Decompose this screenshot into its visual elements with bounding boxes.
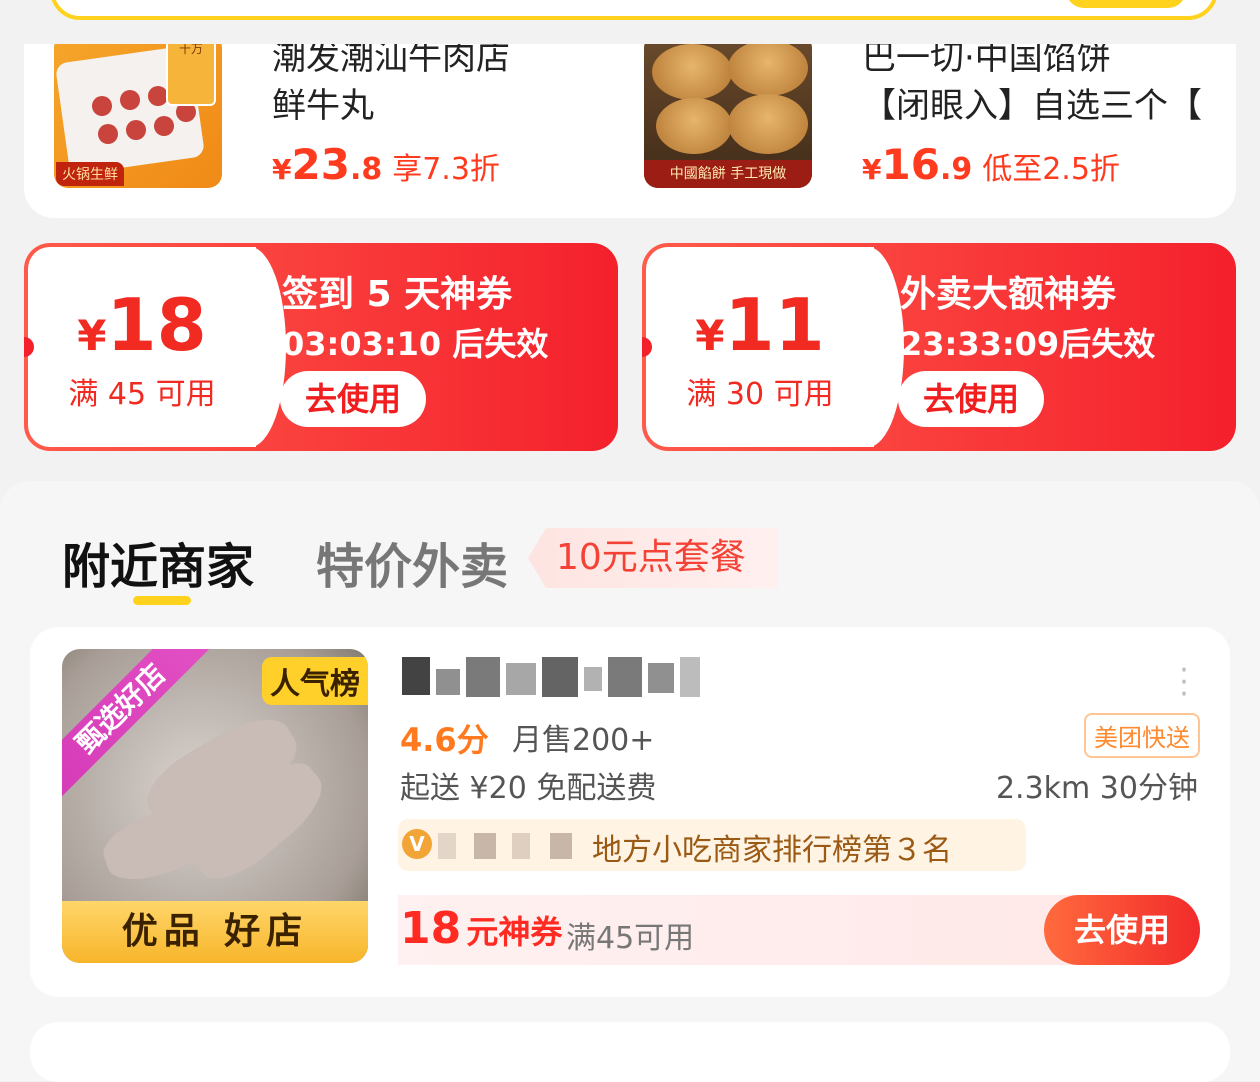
tab-nearby-shops[interactable]: 附近商家 <box>62 527 254 597</box>
coupon-amount: ¥18 <box>77 283 207 367</box>
promo-tag[interactable]: 10元点套餐 <box>528 528 778 588</box>
next-shop-card[interactable] <box>30 1022 1230 1082</box>
delivery-badge: 美团快送 <box>1084 713 1200 758</box>
deal-discount: 享7.3折 <box>392 152 500 187</box>
ranking-banner[interactable]: V 地方小吃商家排行榜第３名 <box>398 819 1026 871</box>
more-options-icon[interactable]: · · · <box>1170 656 1198 710</box>
search-bar[interactable] <box>50 0 1218 20</box>
shop-rating: 4.6分 <box>400 721 489 759</box>
ranking-text: 地方小吃商家排行榜第３名 <box>592 833 952 868</box>
deal-price: ¥23.8 享7.3折 <box>272 140 500 189</box>
min-order-info: 起送 ¥20 免配送费 <box>400 771 657 806</box>
shop-coupon-bar[interactable]: 18 元神券 满45可用 去使用 <box>398 895 1200 965</box>
use-coupon-button[interactable]: 去使用 <box>898 371 1044 427</box>
distance-time: 2.3km 30分钟 <box>995 771 1198 806</box>
deal-shop-name: 巴一切·中国馅饼 <box>862 44 1111 78</box>
coupon-timer: 03:03:10 后失效 <box>282 325 549 363</box>
deal-item-name: 【闭眼入】自选三个【 <box>862 86 1202 126</box>
shop-coupon-amount: 18 元神券 <box>400 903 563 954</box>
redacted-location <box>438 833 588 859</box>
popular-badge: 人气榜 <box>262 657 368 705</box>
quality-banner: 优品 好店 <box>62 901 368 963</box>
coupon-card[interactable]: ¥18 满 45 可用 签到 5 天神券 03:03:10 后失效 去使用 <box>24 243 618 451</box>
shop-card[interactable]: 甄选好店 人气榜 优品 好店 · · · 4.6分 月售200+ 美团快送 起送 ¥… <box>30 627 1230 997</box>
coupon-title: 签到 5 天神券 <box>282 274 513 315</box>
deal-discount: 低至2.5折 <box>982 152 1120 187</box>
coupon-condition: 满 30 可用 <box>686 377 834 412</box>
shop-name-redacted[interactable] <box>402 657 722 699</box>
search-button[interactable] <box>1066 0 1186 8</box>
ranking-icon: V <box>402 829 432 859</box>
coupon-card[interactable]: ¥11 满 30 可用 外卖大额神券 23:33:09后失效 去使用 <box>642 243 1236 451</box>
tab-special-offers[interactable]: 特价外卖 <box>316 527 508 597</box>
coupon-condition: 满 45 可用 <box>68 377 216 412</box>
image-tag: 火锅生鲜 <box>56 162 124 186</box>
coupon-timer: 23:33:09后失效 <box>900 325 1156 363</box>
deal-item-name: 鲜牛丸 <box>272 86 374 126</box>
use-shop-coupon-button[interactable]: 去使用 <box>1044 895 1200 965</box>
deal-image: 中國餡餅 手工現做 <box>644 44 812 188</box>
shop-image: 甄选好店 人气榜 优品 好店 <box>62 649 368 963</box>
coupon-title: 外卖大额神券 <box>900 274 1117 315</box>
shop-coupon-condition: 满45可用 <box>566 921 695 956</box>
coupon-amount: ¥11 <box>695 283 825 367</box>
deal-image: 十万 火锅生鲜 <box>54 44 222 188</box>
deals-panel: 十万 火锅生鲜 潮发潮汕牛肉店 鲜牛丸 ¥23.8 享7.3折 中國餡餅 手工現做… <box>24 44 1236 218</box>
deal-shop-name: 潮发潮汕牛肉店 <box>272 44 510 78</box>
monthly-sales: 月售200+ <box>512 723 655 758</box>
image-tag: 中國餡餅 手工現做 <box>644 160 812 188</box>
deal-price: ¥16.9 低至2.5折 <box>862 140 1120 189</box>
use-coupon-button[interactable]: 去使用 <box>280 371 426 427</box>
product-pack: 十万 <box>166 44 216 106</box>
active-tab-indicator <box>133 596 191 605</box>
